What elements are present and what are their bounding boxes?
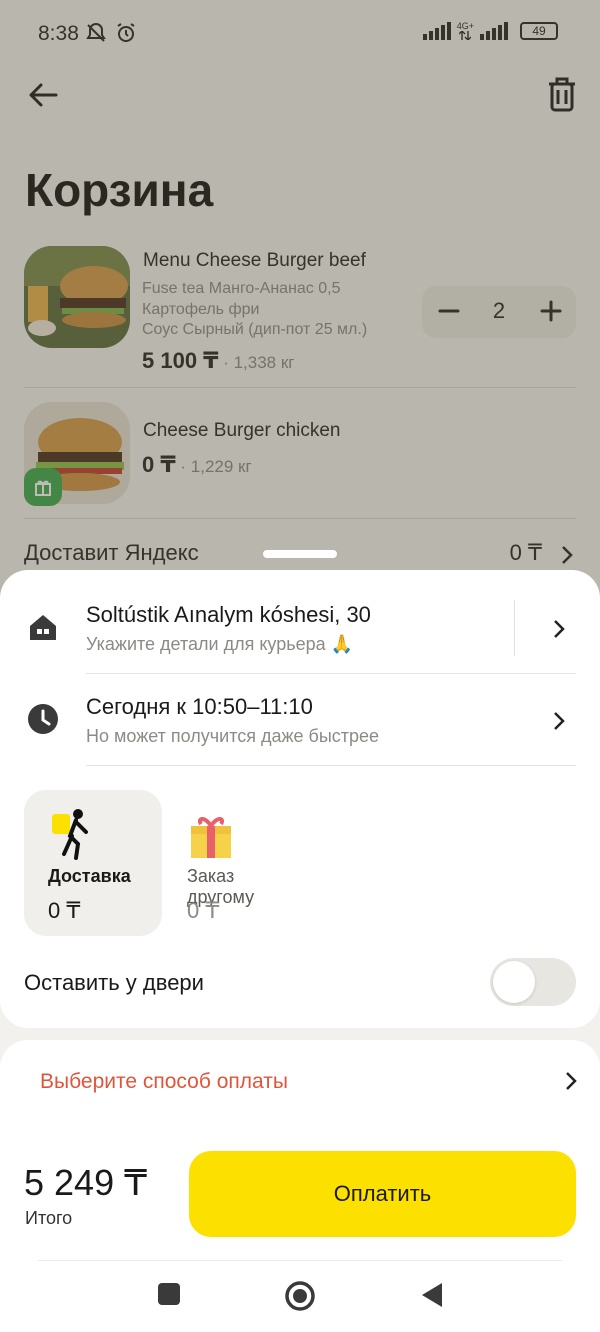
delivery-mode-card[interactable]: Доставка 0 ₸ bbox=[24, 790, 162, 936]
payment-method-label: Выберите способ оплаты bbox=[40, 1070, 288, 1093]
delivery-time-row[interactable]: Сегодня к 10:50–11:10 Но может получится… bbox=[0, 674, 600, 766]
row-divider bbox=[86, 765, 576, 766]
pay-button[interactable]: Оплатить bbox=[189, 1151, 576, 1237]
home-button-icon[interactable] bbox=[284, 1280, 316, 1312]
recent-apps-icon[interactable] bbox=[157, 1282, 181, 1306]
address-row[interactable]: Soltústik Aınalym kóshesi, 30 Укажите де… bbox=[0, 582, 600, 674]
sheet-grab-handle[interactable] bbox=[263, 550, 337, 558]
footer-divider bbox=[38, 1260, 562, 1261]
chevron-right-icon bbox=[554, 712, 565, 730]
delivery-time-title: Сегодня к 10:50–11:10 bbox=[86, 694, 313, 719]
checkout-sheet: Soltústik Aınalym kóshesi, 30 Укажите де… bbox=[0, 570, 600, 1028]
leave-at-door-toggle[interactable] bbox=[490, 958, 576, 1006]
clock-icon bbox=[28, 704, 58, 734]
leave-at-door-row: Оставить у двери bbox=[24, 954, 576, 1006]
gift-order-price: 0 ₸ bbox=[187, 898, 220, 923]
toggle-knob bbox=[493, 961, 535, 1003]
system-nav-bar bbox=[0, 1262, 600, 1332]
total-label: Итого bbox=[25, 1208, 73, 1228]
row-separator bbox=[514, 600, 515, 656]
home-icon bbox=[30, 615, 56, 640]
chevron-right-icon bbox=[566, 1072, 577, 1090]
delivery-mode-label: Доставка bbox=[48, 866, 131, 886]
payment-method-row[interactable]: Выберите способ оплаты bbox=[0, 1040, 600, 1132]
address-title: Soltústik Aınalym kóshesi, 30 bbox=[86, 602, 371, 627]
address-subtitle: Укажите детали для курьера 🙏 bbox=[86, 634, 354, 654]
delivery-mode-price: 0 ₸ bbox=[48, 898, 81, 923]
total-amount: 5 249 ₸ bbox=[24, 1162, 147, 1203]
gift-order-card[interactable]: Заказ другому 0 ₸ bbox=[163, 790, 301, 936]
gift-box-icon bbox=[191, 817, 231, 858]
delivery-time-subtitle: Но может получится даже быстрее bbox=[86, 726, 380, 746]
leave-at-door-label: Оставить у двери bbox=[24, 970, 204, 995]
dim-overlay bbox=[0, 0, 600, 600]
courier-icon bbox=[52, 809, 88, 860]
chevron-right-icon bbox=[554, 620, 565, 638]
back-triangle-icon[interactable] bbox=[420, 1282, 444, 1308]
